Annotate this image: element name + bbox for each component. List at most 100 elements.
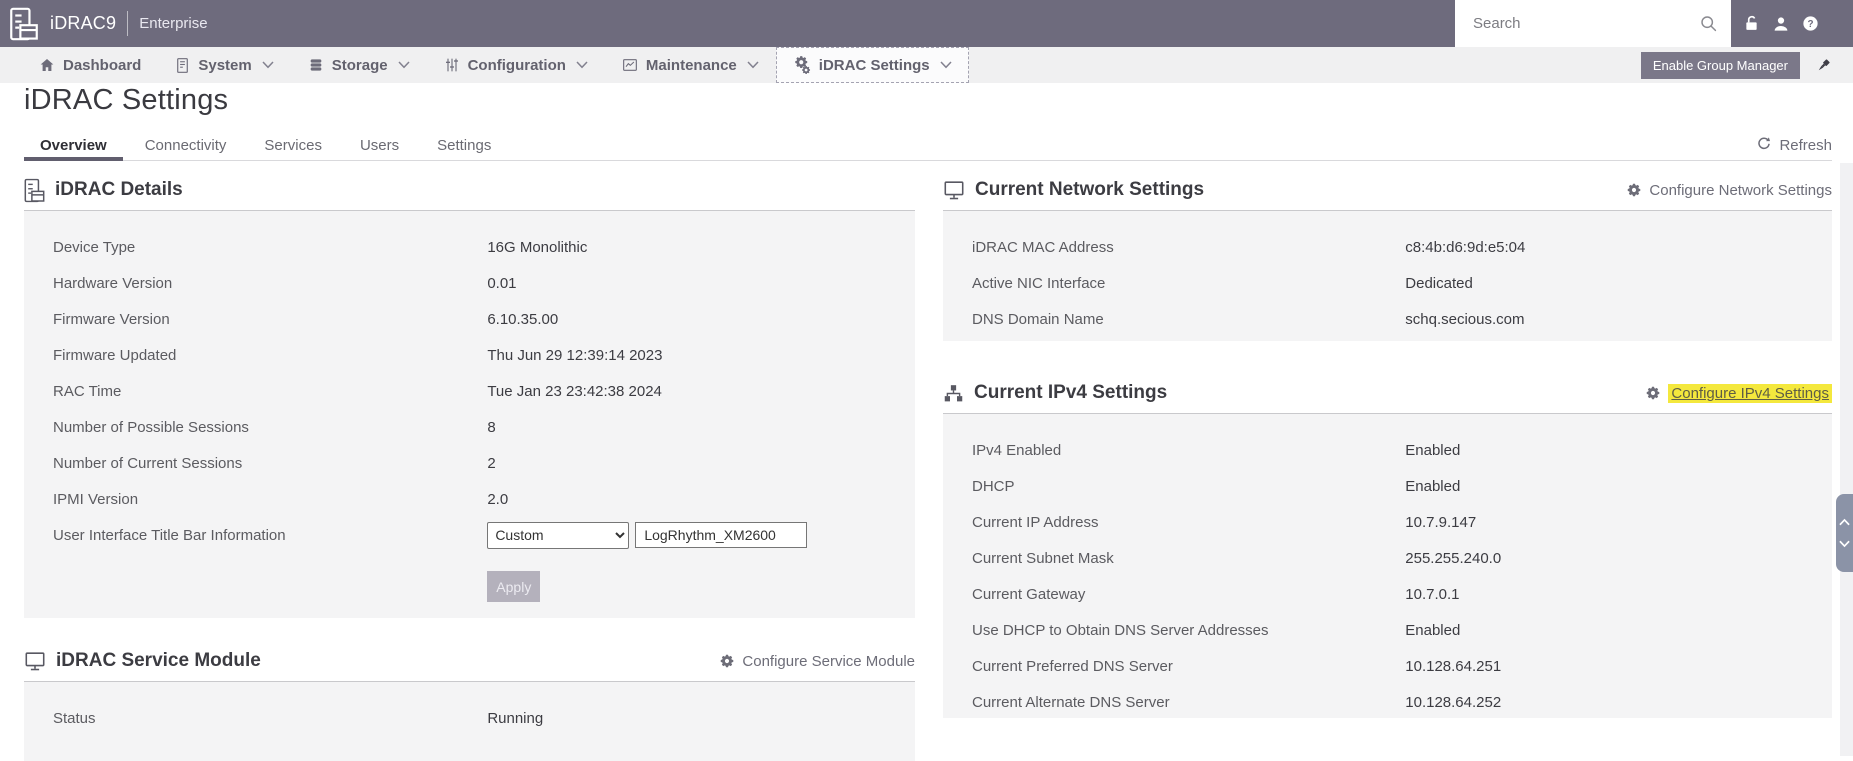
action-label: Configure Network Settings bbox=[1649, 181, 1832, 199]
detail-row: Active NIC Interface Dedicated bbox=[943, 265, 1832, 301]
row-value: Running bbox=[487, 709, 544, 727]
row-label: Current Alternate DNS Server bbox=[972, 693, 1170, 711]
detail-row: Use DHCP to Obtain DNS Server Addresses … bbox=[943, 612, 1832, 648]
detail-row: IPMI Version 2.0 bbox=[24, 481, 915, 517]
nav-label: Dashboard bbox=[63, 56, 142, 74]
nav-item-maintenance[interactable]: Maintenance bbox=[605, 47, 776, 83]
row-value: 10.7.0.1 bbox=[1405, 585, 1460, 603]
row-value: 10.128.64.251 bbox=[1405, 657, 1502, 675]
row-value: 2.0 bbox=[487, 490, 509, 508]
configure-service-module-link[interactable]: Configure Service Module bbox=[719, 653, 915, 670]
service-module-rows: Status Running bbox=[24, 700, 915, 736]
detail-row: DNS Domain Name schq.secious.com bbox=[943, 301, 1832, 337]
row-label: Use DHCP to Obtain DNS Server Addresses bbox=[972, 621, 1269, 639]
enable-group-manager-button[interactable]: Enable Group Manager bbox=[1640, 51, 1800, 79]
unlock-icon[interactable] bbox=[1742, 14, 1761, 33]
chevron-down-icon bbox=[262, 61, 274, 69]
scroll-up-icon[interactable] bbox=[1839, 518, 1850, 526]
nav-item-idrac-settings[interactable]: iDRAC Settings bbox=[775, 47, 969, 83]
title-bar-custom-input[interactable] bbox=[635, 522, 808, 548]
row-label: Firmware Version bbox=[53, 310, 170, 328]
search-icon[interactable] bbox=[1699, 14, 1718, 33]
ipv4-settings-card: Current IPv4 Settings Configure IPv4 Set… bbox=[943, 373, 1832, 718]
row-value: 0.01 bbox=[487, 274, 517, 292]
detail-row: Firmware Updated Thu Jun 29 12:39:14 202… bbox=[24, 337, 915, 373]
nav-label: System bbox=[198, 56, 252, 74]
pin-icon[interactable] bbox=[1815, 57, 1832, 74]
rack-server-icon bbox=[24, 178, 45, 203]
nav-label: Maintenance bbox=[645, 56, 737, 74]
idrac-details-card: iDRAC Details Device Type 16G Monolithic… bbox=[24, 170, 915, 618]
apply-row: Apply bbox=[24, 571, 915, 602]
search-input[interactable] bbox=[1455, 15, 1699, 32]
network-settings-body: iDRAC MAC Address c8:4b:d6:9d:e5:04 Acti… bbox=[943, 210, 1832, 341]
row-value: Thu Jun 29 12:39:14 2023 bbox=[487, 346, 663, 364]
product-name: iDRAC9 bbox=[50, 13, 117, 33]
detail-row: Current Preferred DNS Server 10.128.64.2… bbox=[943, 648, 1832, 684]
nav-item-storage[interactable]: Storage bbox=[291, 47, 427, 83]
service-module-body: Status Running bbox=[24, 681, 915, 761]
ipv4-settings-header: Current IPv4 Settings Configure IPv4 Set… bbox=[943, 373, 1832, 413]
card-title: iDRAC Service Module bbox=[56, 650, 261, 671]
gear-icon bbox=[1645, 385, 1661, 401]
search-box bbox=[1455, 0, 1731, 47]
row-label: RAC Time bbox=[53, 382, 122, 400]
tab-label: Services bbox=[264, 136, 322, 154]
card-title: iDRAC Details bbox=[55, 179, 183, 200]
system-icon bbox=[175, 57, 190, 74]
row-label: IPv4 Enabled bbox=[972, 441, 1062, 459]
idrac-logo-icon bbox=[9, 7, 39, 41]
nav-item-configuration[interactable]: Configuration bbox=[427, 47, 605, 83]
tab-overview[interactable]: Overview bbox=[24, 130, 123, 161]
configure-network-settings-link[interactable]: Configure Network Settings bbox=[1626, 182, 1832, 199]
row-label: User Interface Title Bar Information bbox=[53, 526, 286, 544]
detail-row: Firmware Version 6.10.35.00 bbox=[24, 301, 915, 337]
row-label: Hardware Version bbox=[53, 274, 173, 292]
scroll-down-icon[interactable] bbox=[1839, 540, 1850, 548]
tab-label: Overview bbox=[40, 136, 107, 154]
nav-label: Storage bbox=[331, 56, 388, 74]
main-nav: Dashboard System Storage Configuration M… bbox=[0, 47, 1853, 83]
home-icon bbox=[39, 57, 55, 73]
title-bar-source-select[interactable]: Custom bbox=[487, 521, 630, 549]
detail-row: Number of Possible Sessions 8 bbox=[24, 409, 915, 445]
tab-users[interactable]: Users bbox=[344, 130, 415, 160]
nav-label: iDRAC Settings bbox=[818, 56, 930, 74]
row-label: Number of Possible Sessions bbox=[53, 418, 249, 436]
detail-row: Current Gateway 10.7.0.1 bbox=[943, 576, 1832, 612]
row-value: schq.secious.com bbox=[1405, 310, 1525, 328]
help-icon[interactable]: ? bbox=[1801, 14, 1820, 33]
refresh-button[interactable]: Refresh bbox=[1756, 135, 1832, 155]
row-label: iDRAC MAC Address bbox=[972, 238, 1114, 256]
scrollbar-track[interactable] bbox=[1840, 163, 1853, 756]
tab-label: Users bbox=[359, 136, 400, 154]
refresh-label: Refresh bbox=[1779, 136, 1832, 154]
user-icon[interactable] bbox=[1772, 15, 1790, 33]
detail-row: Hardware Version 0.01 bbox=[24, 265, 915, 301]
tab-settings[interactable]: Settings bbox=[421, 130, 507, 160]
tab-label: Connectivity bbox=[144, 136, 227, 154]
nav-item-dashboard[interactable]: Dashboard bbox=[22, 47, 158, 83]
title-bar-info-row: User Interface Title Bar Information Cus… bbox=[24, 517, 915, 553]
configure-ipv4-settings-link[interactable]: Configure IPv4 Settings bbox=[1645, 383, 1832, 403]
service-module-card: iDRAC Service Module Configure Service M… bbox=[24, 641, 915, 761]
detail-row: Device Type 16G Monolithic bbox=[24, 229, 915, 265]
row-label: Device Type bbox=[53, 238, 136, 256]
detail-row: IPv4 Enabled Enabled bbox=[943, 432, 1832, 468]
row-label: Current Subnet Mask bbox=[972, 549, 1114, 567]
edition-label: Enterprise bbox=[139, 15, 208, 32]
monitor-icon bbox=[943, 179, 965, 201]
row-value: c8:4b:d6:9d:e5:04 bbox=[1405, 238, 1526, 256]
tab-services[interactable]: Services bbox=[248, 130, 338, 160]
tab-connectivity[interactable]: Connectivity bbox=[129, 130, 243, 160]
nav-right: Enable Group Manager bbox=[1640, 47, 1853, 83]
chart-box-icon bbox=[622, 57, 638, 73]
nav-items: Dashboard System Storage Configuration M… bbox=[0, 47, 969, 83]
nav-item-system[interactable]: System bbox=[158, 47, 290, 83]
chevron-down-icon bbox=[940, 61, 952, 69]
detail-row: Status Running bbox=[24, 700, 915, 736]
apply-button[interactable]: Apply bbox=[487, 571, 541, 602]
row-value: 10.7.9.147 bbox=[1405, 513, 1477, 531]
gear-icon bbox=[1626, 182, 1642, 198]
gear-icon bbox=[719, 653, 735, 669]
